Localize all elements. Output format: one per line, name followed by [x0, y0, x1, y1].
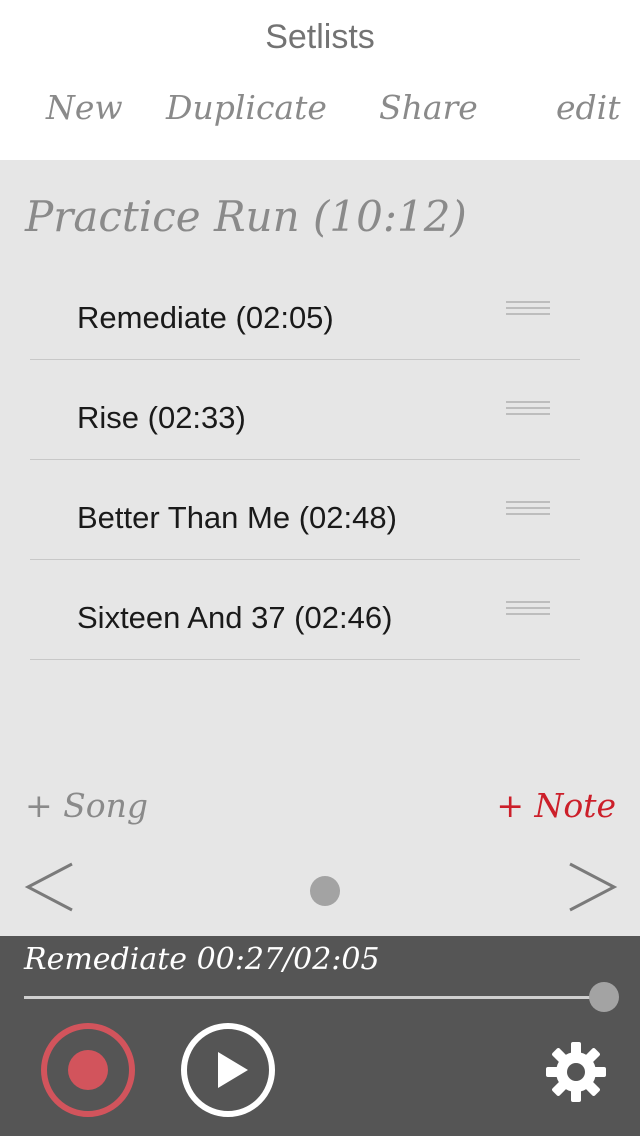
- progress-knob[interactable]: [589, 982, 619, 1012]
- next-page-arrow-icon[interactable]: [560, 852, 620, 922]
- song-row[interactable]: Better Than Me (02:48): [30, 460, 580, 560]
- add-song-button[interactable]: + Song: [25, 786, 148, 825]
- play-icon[interactable]: [180, 1022, 276, 1118]
- drag-handle-icon[interactable]: [506, 601, 550, 617]
- page-indicator-dot: [310, 876, 340, 906]
- player-bar: Remediate 00:27/02:05: [0, 936, 640, 1136]
- new-button[interactable]: New: [46, 88, 123, 127]
- duplicate-button[interactable]: Duplicate: [166, 88, 327, 127]
- setlist-panel: Practice Run (10:12) Remediate (02:05) R…: [0, 160, 640, 936]
- progress-track[interactable]: [24, 996, 604, 999]
- app-title: Setlists: [265, 18, 375, 56]
- song-label: Better Than Me (02:48): [77, 500, 397, 535]
- gear-icon[interactable]: [544, 1040, 608, 1104]
- song-row[interactable]: Sixteen And 37 (02:46): [30, 560, 580, 660]
- add-note-button[interactable]: + Note: [496, 786, 616, 825]
- drag-handle-icon[interactable]: [506, 301, 550, 317]
- song-label: Remediate (02:05): [77, 300, 334, 335]
- share-button[interactable]: Share: [379, 88, 478, 127]
- edit-button[interactable]: edit: [556, 88, 620, 127]
- record-icon[interactable]: [40, 1022, 136, 1118]
- previous-page-arrow-icon[interactable]: [22, 852, 82, 922]
- setlist-title: Practice Run (10:12): [25, 192, 467, 241]
- song-row[interactable]: Remediate (02:05): [30, 260, 580, 360]
- drag-handle-icon[interactable]: [506, 501, 550, 517]
- now-playing-label: Remediate 00:27/02:05: [24, 942, 380, 977]
- song-row[interactable]: Rise (02:33): [30, 360, 580, 460]
- drag-handle-icon[interactable]: [506, 401, 550, 417]
- song-label: Rise (02:33): [77, 400, 246, 435]
- top-bar: Setlists New Duplicate Share edit: [0, 0, 640, 160]
- song-label: Sixteen And 37 (02:46): [77, 600, 393, 635]
